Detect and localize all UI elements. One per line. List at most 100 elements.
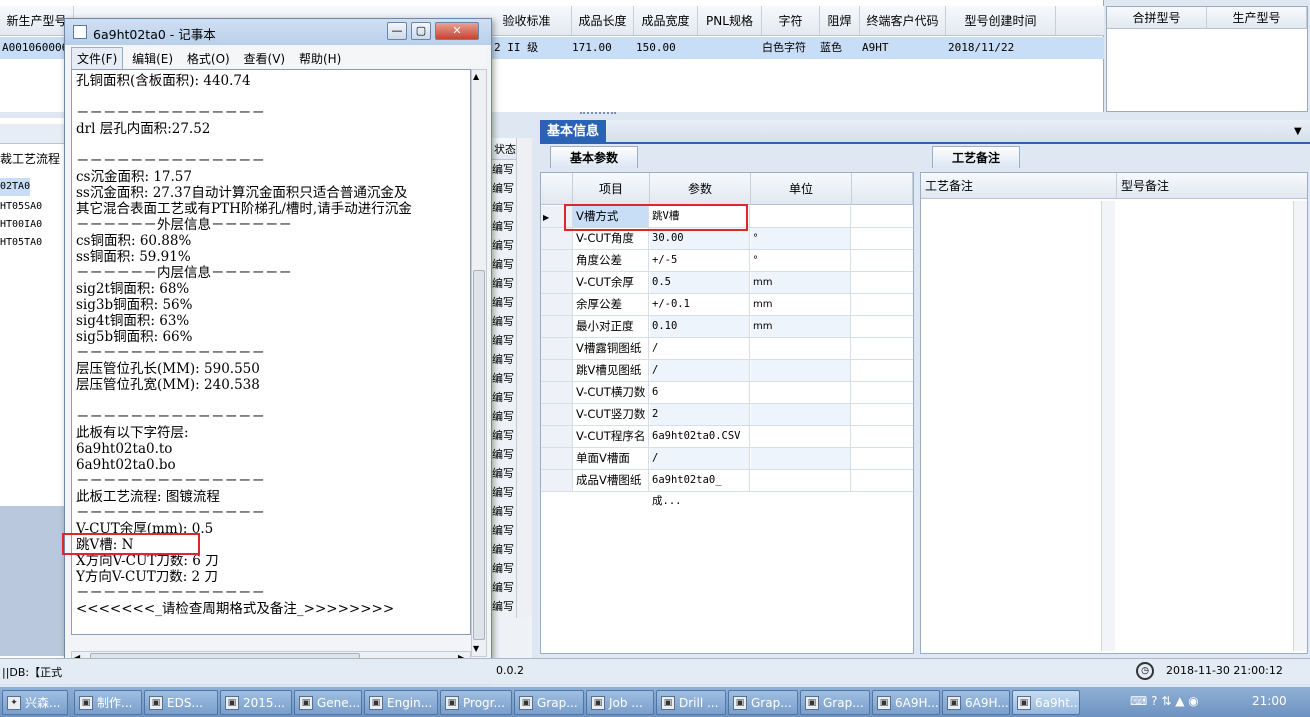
param-unit[interactable] xyxy=(751,404,851,425)
param-value[interactable]: 6a9ht02ta0.CSV xyxy=(650,426,750,447)
splitter-handle[interactable] xyxy=(580,112,616,118)
scroll-thumb[interactable] xyxy=(473,270,485,640)
grid-header-unit[interactable]: 单位 xyxy=(751,173,852,205)
params-grid[interactable]: 项目 参数 单位 V槽方式 跳V槽 V-CUT角度 30.00 ° 角度公差 +/-5 ° V-… xyxy=(540,172,914,654)
menu-help[interactable]: 帮助(H) xyxy=(294,48,346,69)
param-unit[interactable] xyxy=(751,470,851,491)
menu-file[interactable]: 文件(F) xyxy=(71,47,124,70)
taskbar-item[interactable]: ▣ Gene... xyxy=(294,690,362,715)
menu-format[interactable]: 格式(O) xyxy=(182,48,235,69)
param-row[interactable]: V-CUT横刀数 6 xyxy=(541,382,913,404)
row-selector[interactable] xyxy=(541,316,573,337)
param-value[interactable]: 6a9ht02ta0_成... xyxy=(650,470,750,507)
col-header-created[interactable]: 型号创建时间 xyxy=(946,6,1056,36)
param-row[interactable]: 成品V槽图纸 6a9ht02ta0_成... xyxy=(541,470,913,507)
notepad-titlebar[interactable]: 6a9ht02ta0 - 记事本 — ▢ ✕ xyxy=(65,19,491,45)
param-unit[interactable]: mm xyxy=(751,294,851,315)
row-selector[interactable] xyxy=(541,470,573,491)
param-row[interactable]: V-CUT程序名 6a9ht02ta0.CSV xyxy=(541,426,913,448)
tray-icons[interactable]: ⌨ ? ⇅ ▲ ◉ xyxy=(1130,694,1199,708)
row-selector[interactable] xyxy=(541,360,573,381)
taskbar-item[interactable]: ▣ 制作... xyxy=(74,690,142,715)
taskbar-item[interactable]: ▣ 6a9ht... xyxy=(1012,690,1080,715)
scroll-up-icon[interactable]: ▲ xyxy=(473,72,479,81)
param-value[interactable]: / xyxy=(650,448,750,469)
param-value[interactable]: 0.10 xyxy=(650,316,750,337)
taskbar-item[interactable]: ▣ Grap... xyxy=(514,690,584,715)
chevron-down-icon[interactable]: ▼ xyxy=(1294,126,1302,137)
param-value[interactable]: / xyxy=(650,338,750,359)
process-remark-scrollbar[interactable] xyxy=(1101,201,1115,651)
param-value[interactable]: / xyxy=(650,360,750,381)
param-row[interactable]: V槽露铜图纸 / xyxy=(541,338,913,360)
col-header-accept-std[interactable]: 验收标准 xyxy=(482,6,572,36)
param-value[interactable]: +/-0.1 xyxy=(650,294,750,315)
status-column[interactable]: 状态 编写 编写 编写 编写 编写 编写 编写 编写 编写 编写 编写 编写 编写 编写 编写 编写 编写 编写编… xyxy=(488,138,532,658)
list-item[interactable]: 02TA0 xyxy=(0,178,30,196)
close-button[interactable]: ✕ xyxy=(435,22,479,40)
taskbar-item[interactable]: ▣ 6A9H... xyxy=(872,690,940,715)
row-selector[interactable] xyxy=(541,382,573,403)
taskbar-item[interactable]: ▣ Grap... xyxy=(800,690,870,715)
param-unit[interactable]: ° xyxy=(751,228,851,249)
col-header-pnl[interactable]: PNL规格 xyxy=(698,6,762,36)
param-unit[interactable]: mm xyxy=(751,316,851,337)
param-value[interactable]: 2 xyxy=(650,404,750,425)
remarks-panel[interactable]: 工艺备注 型号备注 xyxy=(920,172,1308,654)
taskbar-item[interactable]: ▣ Job ... xyxy=(586,690,654,715)
param-unit[interactable] xyxy=(751,206,851,227)
param-value[interactable]: 6 xyxy=(650,382,750,403)
taskbar-item[interactable]: ▣ Engin... xyxy=(364,690,438,715)
maximize-button[interactable]: ▢ xyxy=(411,22,431,40)
notepad-window[interactable]: 6a9ht02ta0 - 记事本 — ▢ ✕ 文件(F) 编辑(E) 格式(O)… xyxy=(64,18,492,678)
param-row[interactable]: 最小对正度 0.10 mm xyxy=(541,316,913,338)
col-header-length[interactable]: 成品长度 xyxy=(572,6,634,36)
row-selector[interactable] xyxy=(541,426,573,447)
param-row[interactable]: 跳V槽见图纸 / xyxy=(541,360,913,382)
start-button[interactable]: ✦ 兴森... xyxy=(2,690,68,715)
col-header-char[interactable]: 字符 xyxy=(762,6,820,36)
minimize-button[interactable]: — xyxy=(387,22,407,40)
col-header-merge-model[interactable]: 合拼型号 xyxy=(1107,7,1207,29)
param-row[interactable]: V-CUT余厚 0.5 mm xyxy=(541,272,913,294)
menu-edit[interactable]: 编辑(E) xyxy=(127,48,178,69)
grid-header-item[interactable]: 项目 xyxy=(573,173,650,205)
param-value[interactable]: 0.5 xyxy=(650,272,750,293)
col-header-customer[interactable]: 终端客户代码 xyxy=(860,6,946,36)
col-header-new-model[interactable]: 新生产型号 xyxy=(0,6,74,36)
param-unit[interactable] xyxy=(751,360,851,381)
grid-header-param[interactable]: 参数 xyxy=(650,173,751,205)
param-unit[interactable] xyxy=(751,338,851,359)
row-selector[interactable] xyxy=(541,448,573,469)
taskbar-item[interactable]: ▣ EDS... xyxy=(144,690,218,715)
row-selector[interactable] xyxy=(541,228,573,249)
param-value[interactable]: 30.00 xyxy=(650,228,750,249)
param-unit[interactable] xyxy=(751,448,851,469)
notepad-vertical-scrollbar[interactable]: ▲ ▼ xyxy=(471,69,487,657)
row-selector[interactable] xyxy=(541,272,573,293)
col-header-width[interactable]: 成品宽度 xyxy=(634,6,698,36)
param-value[interactable]: +/-5 xyxy=(650,250,750,271)
tab-basic-params[interactable]: 基本参数 xyxy=(550,146,638,168)
param-row[interactable]: 单面V槽面 / xyxy=(541,448,913,470)
row-selector[interactable] xyxy=(541,338,573,359)
param-row[interactable]: V-CUT竖刀数 2 xyxy=(541,404,913,426)
param-unit[interactable]: mm xyxy=(751,272,851,293)
param-row[interactable]: 角度公差 +/-5 ° xyxy=(541,250,913,272)
model-remark-scrollbar[interactable] xyxy=(1293,201,1307,651)
taskbar-item[interactable]: ▣ Progr... xyxy=(440,690,512,715)
param-row[interactable]: V-CUT角度 30.00 ° xyxy=(541,228,913,250)
scroll-down-icon[interactable]: ▼ xyxy=(473,644,479,653)
row-selector[interactable] xyxy=(541,250,573,271)
list-item[interactable]: HT05TA0 xyxy=(0,234,42,252)
tab-basic-info[interactable]: 基本信息 xyxy=(540,120,606,144)
taskbar-item[interactable]: ▣ Drill ... xyxy=(656,690,726,715)
list-item[interactable]: HT00IA0 xyxy=(0,216,42,234)
col-header-mask[interactable]: 阻焊 xyxy=(820,6,860,36)
param-unit[interactable] xyxy=(751,426,851,447)
left-flow-panel[interactable]: 裁工艺流程 02TA0 HT05SA0 HT00IA0 HT05TA0 xyxy=(0,118,66,658)
taskbar-item[interactable]: ▣ 6A9H... xyxy=(942,690,1010,715)
param-row[interactable]: 余厚公差 +/-0.1 mm xyxy=(541,294,913,316)
merge-model-grid[interactable]: 合拼型号 生产型号 xyxy=(1106,6,1308,112)
row-selector[interactable] xyxy=(541,404,573,425)
